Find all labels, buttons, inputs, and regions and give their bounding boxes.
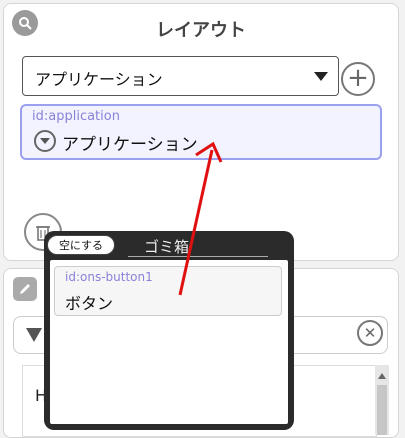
drag-arrow-annotation [178, 141, 223, 296]
